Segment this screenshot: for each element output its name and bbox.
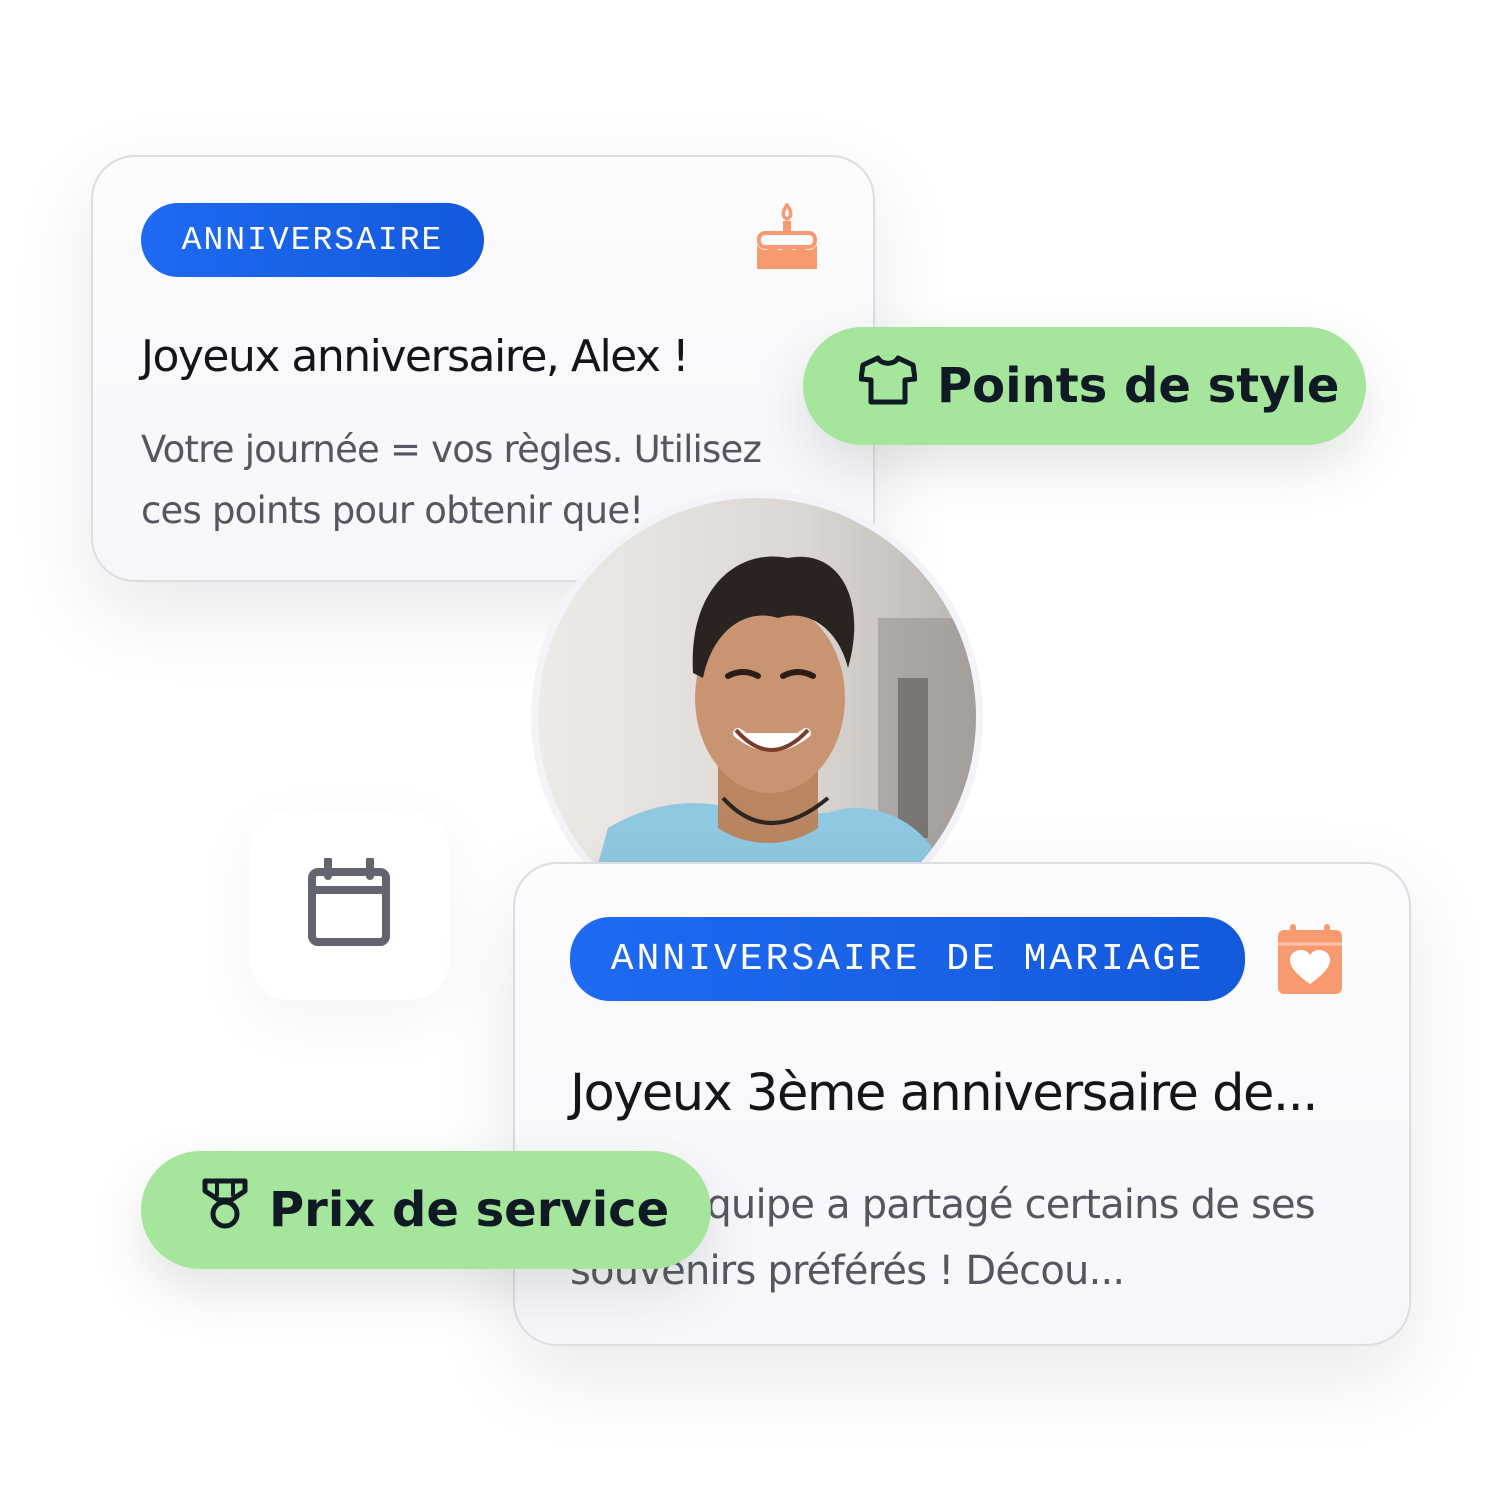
calendar-tile [250,810,450,1000]
calendar-icon [308,858,390,946]
birthday-title: Joyeux anniversaire, Alex ! [141,331,690,382]
wedding-anniversary-card[interactable]: ANNIVERSAIRE DE MARIAGE Joyeux 3ème anni… [513,862,1411,1346]
birthday-cake-icon [757,203,817,269]
wedding-anniversary-tag: ANNIVERSAIRE DE MARIAGE [570,917,1245,1001]
style-points-label: Points de style [937,358,1340,414]
style-points-badge[interactable]: Points de style [803,327,1366,445]
heart-calendar-icon [1278,924,1342,994]
wedding-anniversary-title: Joyeux 3ème anniversaire de... [570,1064,1319,1123]
t-shirt-icon [858,355,918,417]
birthday-tag: ANNIVERSAIRE [141,203,484,277]
service-award-badge[interactable]: Prix de service [141,1151,711,1269]
medal-icon [201,1178,249,1242]
service-award-label: Prix de service [269,1182,670,1238]
